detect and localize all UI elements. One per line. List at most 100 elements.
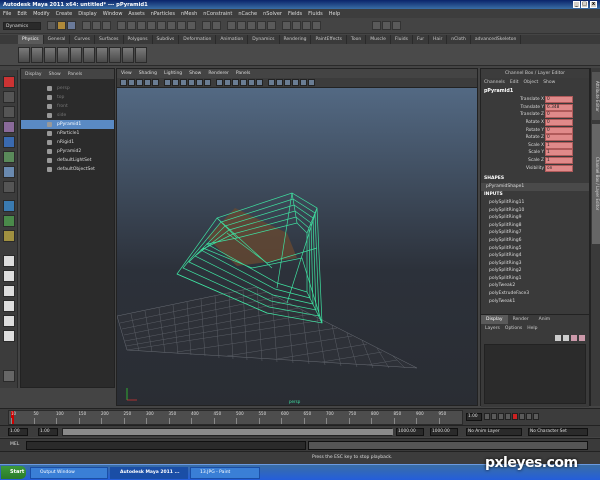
- animation-start-field[interactable]: 1.00: [8, 428, 28, 436]
- menu-modify[interactable]: Modify: [33, 11, 50, 17]
- viewport-menu-view[interactable]: View: [121, 71, 132, 76]
- ambient-occlusion-icon[interactable]: [300, 79, 307, 86]
- viewport-menu-show[interactable]: Show: [189, 71, 201, 76]
- step-back-frame-icon[interactable]: [498, 413, 504, 420]
- menu-fluids[interactable]: Fluids: [308, 11, 323, 17]
- channel-attribute-name[interactable]: Scale Z: [481, 158, 545, 163]
- shape-node[interactable]: pPyramidShape1: [481, 182, 589, 191]
- channel-attribute-name[interactable]: Translate Y: [481, 105, 545, 110]
- hypershade-layout-icon[interactable]: [3, 330, 15, 342]
- select-object-icon[interactable]: [92, 21, 101, 30]
- channel-attribute-name[interactable]: Scale X: [481, 143, 545, 148]
- wireframe-shading-icon[interactable]: [216, 79, 223, 86]
- select-component-icon[interactable]: [102, 21, 111, 30]
- field-chart-icon[interactable]: [188, 79, 195, 86]
- show-tool-settings-icon[interactable]: [382, 21, 391, 30]
- input-node[interactable]: polySplitRing8: [481, 222, 589, 230]
- layer-menu-layers[interactable]: Layers: [485, 326, 500, 331]
- animation-end-field[interactable]: 1000.00: [430, 428, 458, 436]
- move-layer-down-icon[interactable]: [563, 335, 569, 341]
- new-layer-selected-icon[interactable]: [579, 335, 585, 341]
- resolution-gate-icon[interactable]: [172, 79, 179, 86]
- lock-selection-icon[interactable]: [202, 21, 211, 30]
- lasso-tool-icon[interactable]: [3, 91, 15, 103]
- layer-tab-anim[interactable]: Anim: [534, 315, 556, 324]
- safe-title-icon[interactable]: [204, 79, 211, 86]
- gate-mask-icon[interactable]: [180, 79, 187, 86]
- shelf-tab-polygons[interactable]: Polygons: [124, 35, 153, 44]
- input-node[interactable]: polySplitRing7: [481, 229, 589, 237]
- channel-attribute-value[interactable]: 0: [545, 119, 573, 127]
- input-node[interactable]: polySplitRing1: [481, 275, 589, 283]
- shelf-light-icon[interactable]: [3, 230, 15, 242]
- channel-attribute-value[interactable]: 1: [545, 141, 573, 149]
- shelf-brush-icon[interactable]: [3, 200, 15, 212]
- input-node[interactable]: polySplitRing10: [481, 207, 589, 215]
- scale-tool-icon[interactable]: [3, 151, 15, 163]
- snap-point-icon[interactable]: [247, 21, 256, 30]
- safe-action-icon[interactable]: [196, 79, 203, 86]
- menu-file[interactable]: File: [3, 11, 11, 17]
- persp-outliner-layout-icon[interactable]: [3, 300, 15, 312]
- layer-menu-options[interactable]: Options: [505, 326, 522, 331]
- shelf-tab-animation[interactable]: Animation: [216, 35, 249, 44]
- stop-icon[interactable]: [512, 413, 518, 420]
- single-pane-layout-icon[interactable]: [3, 255, 15, 267]
- shelf-tool-icon[interactable]: [122, 46, 134, 63]
- render-settings-icon[interactable]: [312, 21, 321, 30]
- menu-create[interactable]: Create: [56, 11, 73, 17]
- xray-joints-icon[interactable]: [276, 79, 283, 86]
- side-tab-attribute-editor[interactable]: Attribute Editor: [592, 72, 600, 120]
- anim-layer-dropdown[interactable]: No Anim Layer: [466, 428, 522, 436]
- manipulator-tool-icon[interactable]: [3, 166, 15, 178]
- step-forward-key-icon[interactable]: [526, 413, 532, 420]
- outliner-menu-show[interactable]: Show: [49, 72, 61, 77]
- command-input[interactable]: [26, 441, 306, 450]
- layer-menu-help[interactable]: Help: [527, 326, 537, 331]
- shelf-tool-icon[interactable]: [57, 46, 69, 63]
- select-tool-icon[interactable]: [3, 76, 15, 88]
- input-node[interactable]: polyTweak2: [481, 282, 589, 290]
- perspective-viewport[interactable]: View Shading Lighting Show Renderer Panels: [116, 68, 478, 406]
- viewport-menu-renderer[interactable]: Renderer: [208, 71, 229, 76]
- channel-attribute-value[interactable]: 1: [545, 149, 573, 157]
- outliner-item[interactable]: defaultLightSet: [21, 156, 114, 165]
- render-frame-icon[interactable]: [292, 21, 301, 30]
- shelf-tab-deformation[interactable]: Deformation: [179, 35, 217, 44]
- camera-bookmark-icon[interactable]: [128, 79, 135, 86]
- outliner-item[interactable]: side: [21, 111, 114, 120]
- menu-fields[interactable]: Fields: [288, 11, 302, 17]
- highlight-selection-icon[interactable]: [212, 21, 221, 30]
- shelf-tab-fur[interactable]: Fur: [413, 35, 430, 44]
- menu-ncache[interactable]: nCache: [238, 11, 257, 17]
- input-node[interactable]: polyTweak1: [481, 298, 589, 306]
- channel-attribute-name[interactable]: Rotate Y: [481, 128, 545, 133]
- shelf-tab-curves[interactable]: Curves: [70, 35, 96, 44]
- step-back-key-icon[interactable]: [491, 413, 497, 420]
- side-by-side-layout-icon[interactable]: [3, 285, 15, 297]
- taskbar-output-window[interactable]: Output Window: [30, 467, 108, 479]
- snap-grid-icon[interactable]: [227, 21, 236, 30]
- channel-box-menu-edit[interactable]: Edit: [510, 80, 519, 85]
- history-icon[interactable]: [282, 21, 291, 30]
- isolate-select-icon[interactable]: [284, 79, 291, 86]
- playback-start-field[interactable]: 1.00: [38, 428, 58, 436]
- grid-toggle-icon[interactable]: [152, 79, 159, 86]
- paint-select-tool-icon[interactable]: [3, 106, 15, 118]
- high-quality-icon[interactable]: [292, 79, 299, 86]
- shelf-tool-icon[interactable]: [109, 46, 121, 63]
- open-scene-icon[interactable]: [57, 21, 66, 30]
- shelf-tab-hair[interactable]: Hair: [429, 35, 448, 44]
- menu-edit[interactable]: Edit: [17, 11, 27, 17]
- command-language-label[interactable]: MEL: [10, 442, 19, 447]
- menu-display[interactable]: Display: [78, 11, 96, 17]
- new-empty-layer-icon[interactable]: [571, 335, 577, 341]
- shelf-tool-icon[interactable]: [44, 46, 56, 63]
- outliner-item[interactable]: top: [21, 93, 114, 102]
- input-node[interactable]: polyExtrudeFace3: [481, 290, 589, 298]
- taskbar-paint[interactable]: 13.JPG - Paint: [190, 467, 260, 479]
- textured-icon[interactable]: [240, 79, 247, 86]
- menu-window[interactable]: Window: [103, 11, 123, 17]
- shelf-tool-icon[interactable]: [18, 46, 30, 63]
- start-button[interactable]: Start: [1, 466, 26, 479]
